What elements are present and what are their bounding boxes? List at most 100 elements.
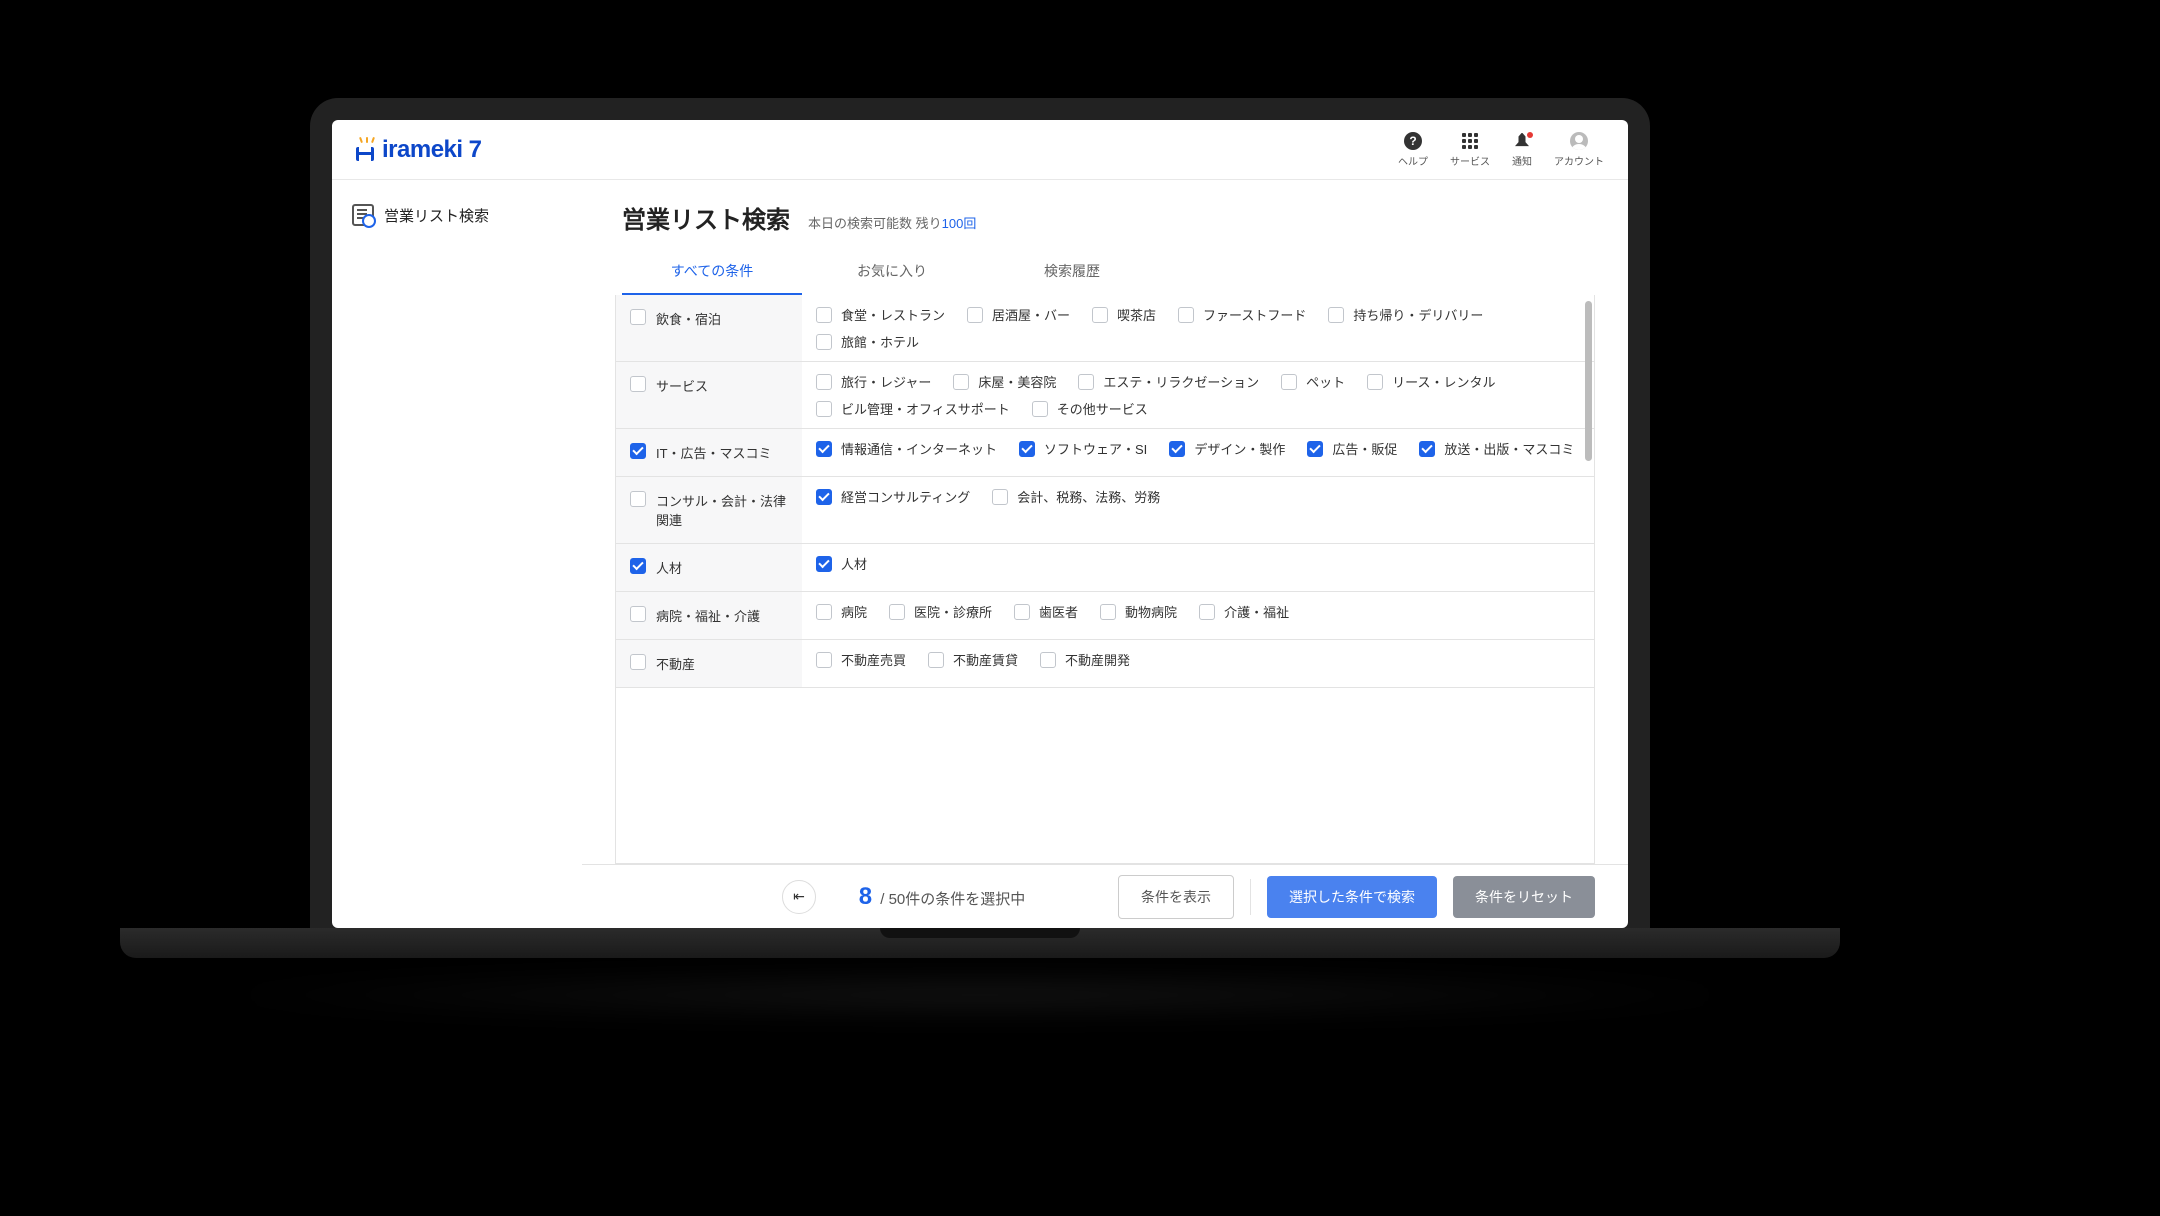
child-checkbox[interactable]: [816, 374, 832, 390]
child-item[interactable]: 医院・診療所: [889, 602, 992, 621]
services-button[interactable]: サービス: [1450, 132, 1490, 168]
child-item[interactable]: ソフトウェア・SI: [1019, 439, 1147, 458]
child-item[interactable]: その他サービス: [1032, 399, 1148, 418]
reset-button[interactable]: 条件をリセット: [1453, 876, 1595, 918]
child-item[interactable]: 会計、税務、法務、労務: [992, 487, 1160, 506]
app-logo[interactable]: irameki 7: [356, 136, 482, 164]
child-item[interactable]: デザイン・製作: [1169, 439, 1285, 458]
category-checkbox[interactable]: [630, 654, 646, 670]
tab-favorites[interactable]: お気に入り: [802, 249, 982, 295]
child-item[interactable]: 動物病院: [1100, 602, 1177, 621]
child-item[interactable]: 経営コンサルティング: [816, 487, 970, 506]
child-checkbox[interactable]: [1199, 604, 1215, 620]
child-checkbox[interactable]: [1014, 604, 1030, 620]
child-label-text: その他サービス: [1057, 399, 1148, 418]
child-checkbox[interactable]: [1178, 307, 1194, 323]
child-checkbox[interactable]: [816, 401, 832, 417]
child-checkbox[interactable]: [953, 374, 969, 390]
child-checkbox[interactable]: [816, 489, 832, 505]
child-item[interactable]: 持ち帰り・デリバリー: [1328, 305, 1483, 324]
category-checkbox[interactable]: [630, 309, 646, 325]
category-checkbox[interactable]: [630, 606, 646, 622]
category-label[interactable]: コンサル・会計・法律関連: [616, 477, 802, 543]
child-item[interactable]: エステ・リラクゼーション: [1078, 372, 1259, 391]
child-checkbox[interactable]: [1328, 307, 1344, 323]
child-item[interactable]: ビル管理・オフィスサポート: [816, 399, 1010, 418]
help-button[interactable]: ? ヘルプ: [1398, 132, 1428, 168]
child-label-text: 介護・福祉: [1224, 602, 1289, 621]
child-checkbox[interactable]: [1169, 441, 1185, 457]
child-item[interactable]: 居酒屋・バー: [967, 305, 1070, 324]
child-label-text: 広告・販促: [1332, 439, 1397, 458]
child-checkbox[interactable]: [816, 334, 832, 350]
notifications-button[interactable]: 通知: [1512, 132, 1532, 168]
search-button[interactable]: 選択した条件で検索: [1267, 876, 1437, 918]
category-checkbox[interactable]: [630, 491, 646, 507]
child-item[interactable]: 情報通信・インターネット: [816, 439, 997, 458]
tab-history[interactable]: 検索履歴: [982, 249, 1162, 295]
child-checkbox[interactable]: [816, 652, 832, 668]
child-checkbox[interactable]: [1078, 374, 1094, 390]
child-checkbox[interactable]: [1307, 441, 1323, 457]
child-checkbox[interactable]: [816, 556, 832, 572]
child-item[interactable]: 床屋・美容院: [953, 372, 1056, 391]
child-label-text: リース・レンタル: [1392, 372, 1495, 391]
category-label[interactable]: IT・広告・マスコミ: [616, 429, 802, 476]
list-search-icon: [352, 204, 374, 226]
child-checkbox[interactable]: [1032, 401, 1048, 417]
child-item[interactable]: 不動産売買: [816, 650, 906, 669]
child-checkbox[interactable]: [1100, 604, 1116, 620]
child-item[interactable]: ペット: [1281, 372, 1345, 391]
account-button[interactable]: アカウント: [1554, 132, 1604, 168]
category-label[interactable]: 飲食・宿泊: [616, 295, 802, 361]
child-checkbox[interactable]: [1281, 374, 1297, 390]
child-item[interactable]: 旅館・ホテル: [816, 332, 919, 351]
child-item[interactable]: 広告・販促: [1307, 439, 1397, 458]
child-checkbox[interactable]: [1367, 374, 1383, 390]
child-checkbox[interactable]: [816, 307, 832, 323]
category-label[interactable]: 病院・福祉・介護: [616, 592, 802, 639]
sidebar-item-label: 営業リスト検索: [384, 205, 489, 226]
scrollbar[interactable]: [1585, 301, 1592, 461]
child-checkbox[interactable]: [816, 604, 832, 620]
category-checkbox[interactable]: [630, 443, 646, 459]
child-label-text: 不動産開発: [1065, 650, 1130, 669]
child-checkbox[interactable]: [889, 604, 905, 620]
category-label[interactable]: 不動産: [616, 640, 802, 687]
sidebar-item-sales-list-search[interactable]: 営業リスト検索: [348, 198, 566, 232]
child-item[interactable]: 歯医者: [1014, 602, 1078, 621]
child-item[interactable]: リース・レンタル: [1367, 372, 1495, 391]
child-checkbox[interactable]: [816, 441, 832, 457]
tab-all-conditions[interactable]: すべての条件: [622, 249, 802, 295]
child-checkbox[interactable]: [967, 307, 983, 323]
child-item[interactable]: 食堂・レストラン: [816, 305, 945, 324]
child-item[interactable]: 不動産開発: [1040, 650, 1130, 669]
show-conditions-button[interactable]: 条件を表示: [1118, 875, 1234, 919]
child-item[interactable]: 病院: [816, 602, 867, 621]
category-row: 飲食・宿泊食堂・レストラン 居酒屋・バー 喫茶店 ファーストフード 持ち帰り・デリバリー…: [616, 295, 1594, 362]
child-item[interactable]: 不動産賃貸: [928, 650, 1018, 669]
child-checkbox[interactable]: [992, 489, 1008, 505]
child-checkbox[interactable]: [1019, 441, 1035, 457]
collapse-sidebar-button[interactable]: ⇤: [782, 880, 816, 914]
child-checkbox[interactable]: [928, 652, 944, 668]
category-children: 経営コンサルティング 会計、税務、法務、労務: [802, 477, 1594, 543]
child-item[interactable]: 旅行・レジャー: [816, 372, 931, 391]
child-label-text: 持ち帰り・デリバリー: [1353, 305, 1483, 324]
child-item[interactable]: 介護・福祉: [1199, 602, 1289, 621]
category-checkbox[interactable]: [630, 558, 646, 574]
child-checkbox[interactable]: [1092, 307, 1108, 323]
child-item[interactable]: 人材: [816, 554, 867, 573]
child-item[interactable]: 喫茶店: [1092, 305, 1156, 324]
child-checkbox[interactable]: [1419, 441, 1435, 457]
child-label-text: ソフトウェア・SI: [1044, 439, 1147, 458]
child-item[interactable]: 放送・出版・マスコミ: [1419, 439, 1574, 458]
category-label[interactable]: 人材: [616, 544, 802, 591]
child-checkbox[interactable]: [1040, 652, 1056, 668]
category-label[interactable]: サービス: [616, 362, 802, 428]
child-item[interactable]: ファーストフード: [1178, 305, 1306, 324]
child-label-text: 旅行・レジャー: [841, 372, 931, 391]
category-checkbox[interactable]: [630, 376, 646, 392]
category-children: 病院 医院・診療所 歯医者 動物病院 介護・福祉: [802, 592, 1594, 639]
child-label-text: 歯医者: [1039, 602, 1078, 621]
